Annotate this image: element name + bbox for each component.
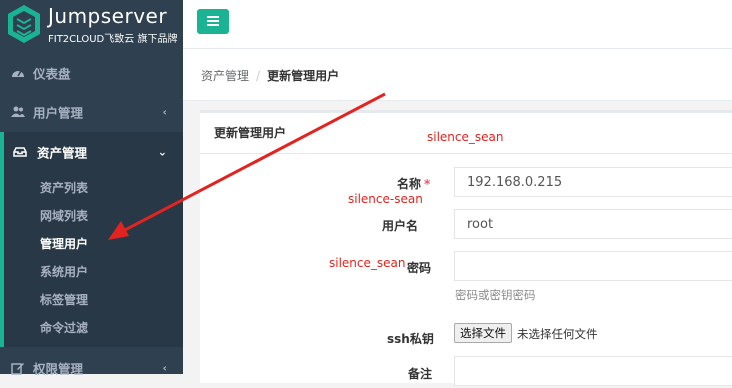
required-mark: * xyxy=(424,177,431,191)
inbox-icon xyxy=(13,147,27,157)
sidebar-item-users[interactable]: 用户管理 ‹ xyxy=(0,92,183,132)
name-input[interactable] xyxy=(454,167,732,197)
sidebar-item-assets[interactable]: 资产管理 ⌄ xyxy=(0,132,183,172)
page-heading: 资产管理 / 更新管理用户 xyxy=(183,49,732,101)
watermark-text: silence_sean xyxy=(427,130,504,144)
sidebar-item-label: 资产管理 xyxy=(37,145,88,161)
submenu-item-asset-list[interactable]: 资产列表 xyxy=(40,179,88,196)
password-help-text: 密码或密钥密码 xyxy=(455,288,536,302)
breadcrumb-current: 更新管理用户 xyxy=(267,69,340,83)
top-navbar xyxy=(183,0,732,49)
dashboard-icon xyxy=(12,70,24,77)
assets-submenu: 资产列表 网域列表 管理用户 系统用户 标签管理 命令过滤 xyxy=(0,172,183,347)
chevron-left-icon: ‹ xyxy=(162,361,167,375)
form-panel: 更新管理用户 名称* 用户名 密码 密码或密钥密码 ssh私钥 选择文件 未选择… xyxy=(200,110,732,386)
brand-logo[interactable]: Jumpserver FIT2CLOUD飞致云 旗下品牌 xyxy=(0,0,183,50)
sidebar-item-permissions[interactable]: 权限管理 ‹ xyxy=(0,348,183,388)
name-label: 名称 * xyxy=(397,177,431,191)
breadcrumb-separator: / xyxy=(256,69,261,83)
submenu-item-system-user[interactable]: 系统用户 xyxy=(40,263,88,280)
submenu-item-label-management[interactable]: 标签管理 xyxy=(40,291,88,308)
hamburger-icon xyxy=(207,16,219,18)
sidebar-item-label: 权限管理 xyxy=(33,361,84,377)
brand-title: Jumpserver xyxy=(48,4,168,28)
users-icon xyxy=(11,106,25,117)
breadcrumb: 资产管理 / 更新管理用户 xyxy=(201,67,339,84)
panel-title: 更新管理用户 xyxy=(214,126,287,140)
password-input[interactable] xyxy=(454,251,732,281)
sidebar: Jumpserver FIT2CLOUD飞致云 旗下品牌 仪表盘 用户管理 ‹ … xyxy=(0,0,183,377)
edit-icon xyxy=(11,363,24,375)
sidebar-item-label: 仪表盘 xyxy=(33,66,71,82)
ssh-key-label: ssh私钥 xyxy=(387,332,434,346)
username-label: 用户名 xyxy=(382,219,419,233)
comment-input[interactable] xyxy=(454,356,732,386)
brand-subtitle: FIT2CLOUD飞致云 旗下品牌 xyxy=(48,34,178,45)
submenu-item-domain-list[interactable]: 网域列表 xyxy=(40,207,88,224)
breadcrumb-parent[interactable]: 资产管理 xyxy=(201,69,249,83)
divider xyxy=(200,153,732,154)
watermark-text: silence_sean xyxy=(329,256,406,270)
sidebar-item-dashboard[interactable]: 仪表盘 xyxy=(0,53,183,93)
chevron-down-icon: ⌄ xyxy=(157,145,167,159)
submenu-item-admin-user[interactable]: 管理用户 xyxy=(40,235,88,252)
username-input[interactable] xyxy=(454,209,732,239)
sidebar-item-label: 用户管理 xyxy=(33,105,84,121)
file-status-text: 未选择任何文件 xyxy=(517,327,598,341)
watermark-text: silence-sean xyxy=(348,192,423,206)
choose-file-button[interactable]: 选择文件 xyxy=(454,323,512,343)
jumpserver-logo-icon xyxy=(8,5,40,43)
chevron-left-icon: ‹ xyxy=(162,105,167,119)
sidebar-toggle-button[interactable] xyxy=(197,9,229,34)
submenu-item-command-filter[interactable]: 命令过滤 xyxy=(40,319,88,336)
password-label: 密码 xyxy=(407,261,432,275)
